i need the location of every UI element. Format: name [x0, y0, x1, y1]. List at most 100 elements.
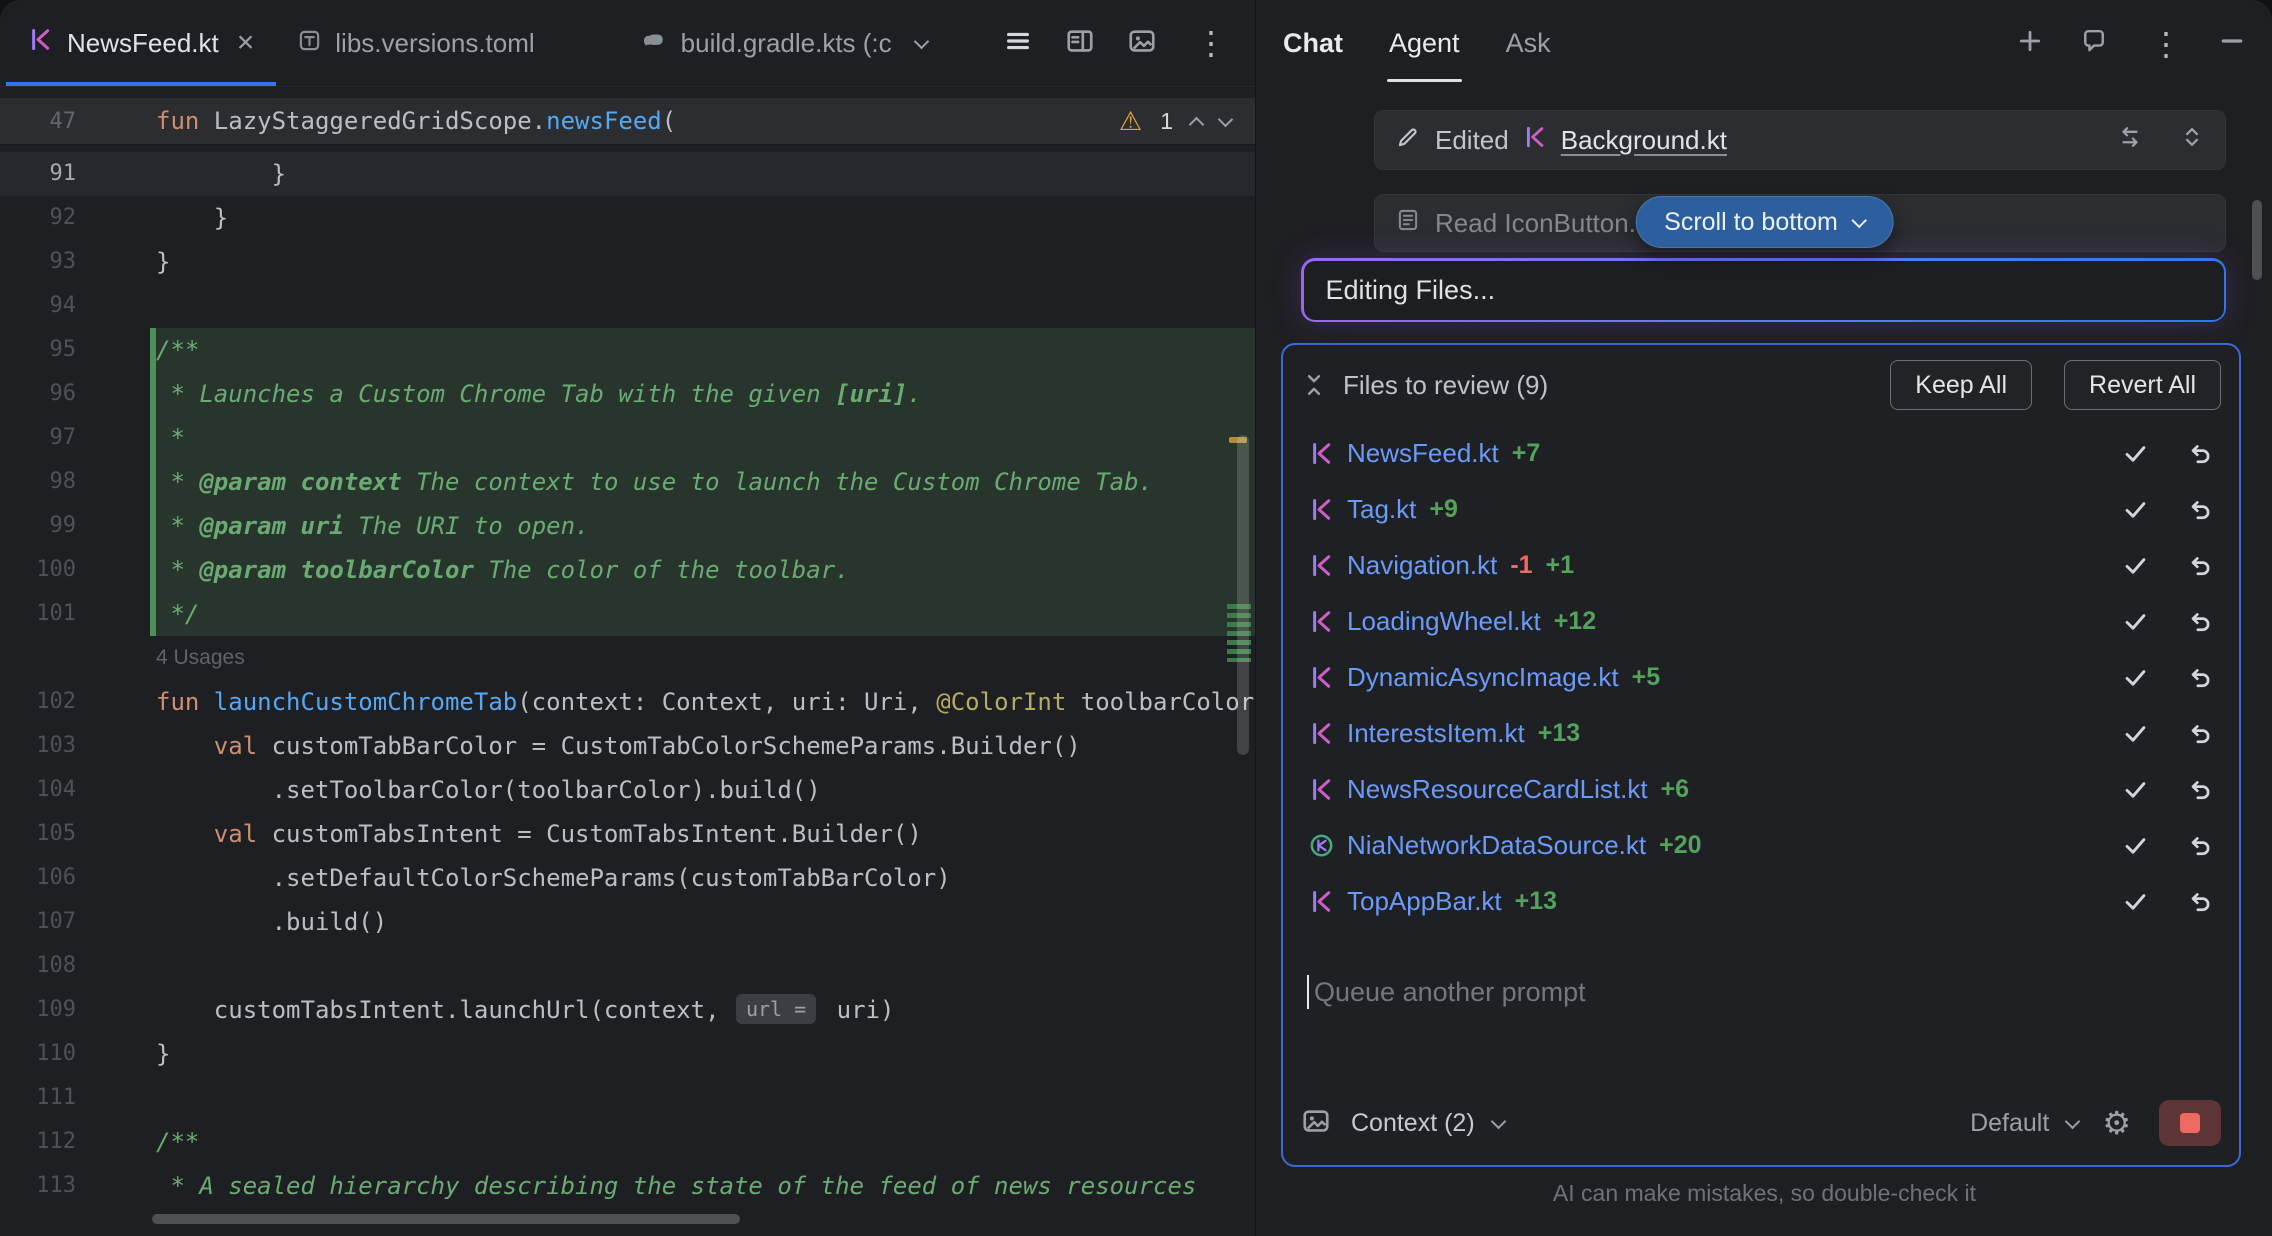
- revert-file-undo-icon[interactable]: [2186, 496, 2213, 523]
- model-chevron-down-icon[interactable]: [2065, 1113, 2081, 1129]
- code-line[interactable]: 108: [0, 944, 1255, 988]
- code-line[interactable]: 102fun launchCustomChromeTab(context: Co…: [0, 680, 1255, 724]
- code-line[interactable]: 4 Usages: [0, 636, 1255, 680]
- file-link[interactable]: NewsFeed.kt: [1347, 438, 1499, 469]
- tab-overflow-chevron-down-icon[interactable]: [913, 33, 929, 49]
- code-line[interactable]: 111: [0, 1076, 1255, 1120]
- code-line[interactable]: 101 */: [0, 592, 1255, 636]
- accept-file-check-icon[interactable]: [2122, 776, 2149, 803]
- accept-file-check-icon[interactable]: [2122, 664, 2149, 691]
- code-line[interactable]: 104 .setToolbarColor(toolbarColor).build…: [0, 768, 1255, 812]
- review-file-row[interactable]: TopAppBar.kt+13: [1299, 873, 2223, 929]
- accept-file-check-icon[interactable]: [2122, 496, 2149, 523]
- code-line[interactable]: 97 *: [0, 416, 1255, 460]
- revert-file-undo-icon[interactable]: [2186, 776, 2213, 803]
- accept-file-check-icon[interactable]: [2122, 832, 2149, 859]
- revert-file-undo-icon[interactable]: [2186, 440, 2213, 467]
- chat-scrollbar[interactable]: [2252, 200, 2262, 280]
- model-selector[interactable]: Default: [1970, 1109, 2049, 1138]
- review-file-row[interactable]: DynamicAsyncImage.kt+5: [1299, 649, 2223, 705]
- code-line[interactable]: 96 * Launches a Custom Chrome Tab with t…: [0, 372, 1255, 416]
- code-line[interactable]: 106 .setDefaultColorSchemeParams(customT…: [0, 856, 1255, 900]
- code-line[interactable]: 110}: [0, 1032, 1255, 1076]
- show-diff-icon[interactable]: [2117, 124, 2143, 157]
- code-line[interactable]: 99 * @param uri The URI to open.: [0, 504, 1255, 548]
- code-line[interactable]: 91 }: [0, 152, 1255, 196]
- gear-icon[interactable]: ⚙: [2102, 1107, 2131, 1139]
- accept-file-check-icon[interactable]: [2122, 552, 2149, 579]
- tab-newsfeed[interactable]: NewsFeed.kt ×: [6, 0, 276, 86]
- context-button[interactable]: Context (2): [1351, 1109, 1475, 1138]
- revert-file-undo-icon[interactable]: [2186, 720, 2213, 747]
- revert-file-undo-icon[interactable]: [2186, 608, 2213, 635]
- review-file-row[interactable]: InterestsItem.kt+13: [1299, 705, 2223, 761]
- code-line[interactable]: 100 * @param toolbarColor The color of t…: [0, 548, 1255, 592]
- split-editor-icon[interactable]: [1065, 26, 1095, 61]
- revert-file-undo-icon[interactable]: [2186, 552, 2213, 579]
- review-file-row[interactable]: Tag.kt+9: [1299, 481, 2223, 537]
- code-text[interactable]: fun LazyStaggeredGridScope.newsFeed(: [156, 107, 676, 135]
- file-link[interactable]: DynamicAsyncImage.kt: [1347, 662, 1619, 693]
- prompt-input[interactable]: Queue another prompt: [1307, 975, 2215, 1009]
- code-line[interactable]: 107 .build(): [0, 900, 1255, 944]
- editor-horizontal-scrollbar[interactable]: [152, 1214, 740, 1224]
- tab-libs-versions[interactable]: libs.versions.toml: [276, 0, 556, 86]
- reader-list-icon[interactable]: [1003, 26, 1033, 61]
- more-options-kebab-icon[interactable]: ⋮: [1195, 27, 1227, 59]
- revert-file-undo-icon[interactable]: [2186, 664, 2213, 691]
- revert-file-undo-icon[interactable]: [2186, 832, 2213, 859]
- code-line[interactable]: 92 }: [0, 196, 1255, 240]
- tab-build-gradle[interactable]: build.gradle.kts (:c: [619, 0, 914, 86]
- expand-chevrons-icon[interactable]: [2179, 124, 2205, 157]
- review-file-row[interactable]: NewsResourceCardList.kt+6: [1299, 761, 2223, 817]
- review-file-row[interactable]: NiaNetworkDataSource.kt+20: [1299, 817, 2223, 873]
- accept-file-check-icon[interactable]: [2122, 440, 2149, 467]
- warning-icon[interactable]: ⚠: [1119, 108, 1142, 134]
- image-preview-icon[interactable]: [1127, 26, 1157, 61]
- code-line[interactable]: 98 * @param context The context to use t…: [0, 460, 1255, 504]
- context-chevron-down-icon[interactable]: [1490, 1113, 1506, 1129]
- code-line[interactable]: 113 * A sealed hierarchy describing the …: [0, 1164, 1255, 1208]
- code-line[interactable]: 105 val customTabsIntent = CustomTabsInt…: [0, 812, 1255, 856]
- file-link[interactable]: LoadingWheel.kt: [1347, 606, 1541, 637]
- file-link[interactable]: Navigation.kt: [1347, 550, 1497, 581]
- tab-chat[interactable]: Chat: [1283, 28, 1343, 59]
- scroll-to-bottom-button[interactable]: Scroll to bottom: [1635, 196, 1894, 248]
- keep-all-button[interactable]: Keep All: [1890, 360, 2032, 410]
- hide-panel-minimize-icon[interactable]: [2218, 27, 2246, 60]
- new-chat-plus-icon[interactable]: [2016, 27, 2044, 60]
- code-line[interactable]: 103 val customTabBarColor = CustomTabCol…: [0, 724, 1255, 768]
- editor-vertical-scrollbar[interactable]: [1237, 435, 1249, 755]
- accept-file-check-icon[interactable]: [2122, 608, 2149, 635]
- tab-ask[interactable]: Ask: [1506, 28, 1551, 59]
- accept-file-check-icon[interactable]: [2122, 720, 2149, 747]
- review-file-row[interactable]: NewsFeed.kt+7: [1299, 425, 2223, 481]
- prev-problem-chevron-up-icon[interactable]: [1189, 116, 1205, 132]
- file-link[interactable]: InterestsItem.kt: [1347, 718, 1525, 749]
- accept-file-check-icon[interactable]: [2122, 888, 2149, 915]
- code-line[interactable]: 93}: [0, 240, 1255, 284]
- code-line[interactable]: 112/**: [0, 1120, 1255, 1164]
- chat-history-bubble-icon[interactable]: [2080, 27, 2108, 60]
- file-link[interactable]: NiaNetworkDataSource.kt: [1347, 830, 1646, 861]
- file-link[interactable]: Tag.kt: [1347, 494, 1416, 525]
- edited-file-card[interactable]: Edited Background.kt: [1374, 110, 2226, 170]
- file-link[interactable]: NewsResourceCardList.kt: [1347, 774, 1648, 805]
- next-problem-chevron-down-icon[interactable]: [1218, 111, 1234, 127]
- stop-button[interactable]: [2159, 1100, 2221, 1146]
- revert-file-undo-icon[interactable]: [2186, 888, 2213, 915]
- review-file-row[interactable]: LoadingWheel.kt+12: [1299, 593, 2223, 649]
- attach-image-icon[interactable]: [1301, 1106, 1331, 1141]
- edited-file-link[interactable]: Background.kt: [1561, 125, 1727, 156]
- code-line[interactable]: 94: [0, 284, 1255, 328]
- file-link[interactable]: TopAppBar.kt: [1347, 886, 1502, 917]
- code-area[interactable]: 91 }92 }93}9495/**96 * Launches a Custom…: [0, 152, 1255, 1208]
- close-icon[interactable]: ×: [237, 28, 255, 58]
- review-file-row[interactable]: Navigation.kt-1+1: [1299, 537, 2223, 593]
- code-line[interactable]: 95/**: [0, 328, 1255, 372]
- revert-all-button[interactable]: Revert All: [2064, 360, 2221, 410]
- chat-options-kebab-icon[interactable]: ⋮: [2150, 28, 2182, 60]
- collapse-icon[interactable]: [1301, 372, 1327, 398]
- code-line[interactable]: 109 customTabsIntent.launchUrl(context, …: [0, 988, 1255, 1032]
- tab-agent[interactable]: Agent: [1389, 28, 1460, 59]
